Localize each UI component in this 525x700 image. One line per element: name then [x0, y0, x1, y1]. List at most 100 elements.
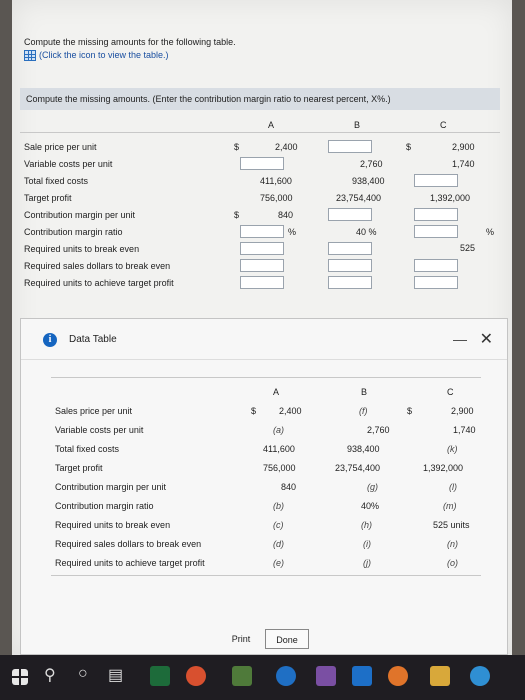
- input-b-cm-per-unit[interactable]: [328, 208, 372, 221]
- row-label: Required units to achieve target profit: [24, 277, 174, 288]
- header-divider: [20, 132, 500, 133]
- table-row: Sale price per unit $ 2,400 $ 2,900: [20, 138, 500, 155]
- row-label: Contribution margin per unit: [24, 209, 136, 220]
- minecraft-icon[interactable]: [232, 666, 252, 686]
- table-row: Contribution margin per unit $ 840: [20, 206, 500, 223]
- currency-prefix: $: [407, 405, 413, 416]
- cell-b: (j): [363, 557, 371, 568]
- question-prompt: Compute the missing amounts for the foll…: [24, 36, 236, 62]
- search-icon[interactable]: ⚲: [44, 665, 56, 685]
- row-label: Required sales dollars to break even: [55, 538, 202, 549]
- close-icon[interactable]: ✕: [480, 329, 493, 349]
- input-a-cm-ratio[interactable]: [240, 225, 284, 238]
- input-c-be-sales[interactable]: [414, 259, 458, 272]
- cell-b: 2,760: [367, 424, 390, 435]
- cell-b: 938,400: [347, 443, 380, 454]
- row-label: Target profit: [55, 462, 103, 473]
- cell-a: (d): [273, 538, 284, 549]
- chrome-icon[interactable]: [470, 666, 490, 686]
- row-label: Contribution margin ratio: [55, 500, 154, 511]
- column-header-b: B: [361, 387, 368, 397]
- table-row: Target profit 756,000 23,754,400 1,392,0…: [51, 458, 481, 477]
- cell-a: 840: [281, 481, 297, 492]
- input-c-cm-ratio[interactable]: [414, 225, 458, 238]
- row-label: Contribution margin ratio: [24, 226, 123, 237]
- table-row: Total fixed costs 411,600 938,400 (k): [51, 439, 481, 458]
- input-a-be-units[interactable]: [240, 242, 284, 255]
- cortana-icon[interactable]: ○: [78, 665, 88, 683]
- chrome-icon[interactable]: [186, 666, 206, 686]
- outlook-icon[interactable]: [352, 666, 372, 686]
- table-row: Total fixed costs 411,600 938,400: [20, 172, 500, 189]
- cell-a: 2,400: [279, 405, 302, 416]
- input-c-target-units[interactable]: [414, 276, 458, 289]
- game-icon[interactable]: [316, 666, 336, 686]
- view-table-link[interactable]: (Click the icon to view the table.): [24, 49, 236, 62]
- cell-c: 1,740: [452, 158, 475, 169]
- input-a-variable-costs[interactable]: [240, 157, 284, 170]
- column-header-a: A: [268, 120, 275, 130]
- windows-icon[interactable]: [12, 669, 28, 685]
- print-button[interactable]: Print: [221, 629, 261, 649]
- cell-c: (n): [447, 538, 458, 549]
- percent-suffix: %: [288, 226, 297, 237]
- view-table-link-text[interactable]: (Click the icon to view the table.): [39, 49, 169, 62]
- row-label: Sales price per unit: [55, 405, 133, 416]
- cell-a: 2,400: [275, 141, 298, 152]
- cell-b: 938,400: [352, 175, 385, 186]
- cell-a: (c): [273, 519, 284, 530]
- input-a-target-units[interactable]: [240, 276, 284, 289]
- input-a-be-sales[interactable]: [240, 259, 284, 272]
- cell-c: (l): [449, 481, 457, 492]
- table-row: Required units to break even 525: [20, 240, 500, 257]
- percent-suffix: %: [486, 226, 495, 237]
- task-view-icon[interactable]: ▤: [108, 665, 123, 685]
- cell-a: (b): [273, 500, 284, 511]
- cell-a: 411,600: [263, 443, 295, 454]
- table-row: Required sales dollars to break even: [20, 257, 500, 274]
- table-row: Sales price per unit $ 2,400 (f) $ 2,900: [51, 401, 481, 420]
- input-c-cm-per-unit[interactable]: [414, 208, 458, 221]
- input-c-fixed-costs[interactable]: [414, 174, 458, 187]
- cell-c: 525 units: [433, 519, 470, 530]
- column-header-a: A: [273, 387, 280, 397]
- currency-prefix: $: [406, 141, 412, 152]
- edge-icon[interactable]: [276, 666, 296, 686]
- table-grid-icon[interactable]: [24, 50, 36, 61]
- cell-c: 2,900: [452, 141, 475, 152]
- cell-b: 40%: [361, 500, 380, 511]
- excel-icon[interactable]: [150, 666, 170, 686]
- row-label: Target profit: [24, 192, 72, 203]
- table-bottom-rule: [51, 575, 481, 576]
- row-label: Sale price per unit: [24, 141, 97, 152]
- column-header-c: C: [440, 120, 447, 130]
- row-label: Variable costs per unit: [55, 424, 144, 435]
- input-b-target-units[interactable]: [328, 276, 372, 289]
- cell-b: (f): [359, 405, 368, 416]
- file-explorer-icon[interactable]: [430, 666, 450, 686]
- table-row: Contribution margin ratio % 40 % %: [20, 223, 500, 240]
- instruction-bar: Compute the missing amounts. (Enter the …: [20, 88, 500, 110]
- cell-c: 1,392,000: [430, 192, 471, 203]
- done-button[interactable]: Done: [265, 629, 309, 649]
- currency-prefix: $: [234, 209, 240, 220]
- table-row: Required units to achieve target profit …: [51, 553, 481, 572]
- minimize-icon[interactable]: —: [453, 331, 467, 347]
- input-b-be-units[interactable]: [328, 242, 372, 255]
- row-label: Required units to achieve target profit: [55, 557, 205, 568]
- cell-c: 2,900: [451, 405, 474, 416]
- row-label: Required sales dollars to break even: [24, 260, 171, 271]
- table-row: Required sales dollars to break even (d)…: [51, 534, 481, 553]
- currency-prefix: $: [251, 405, 257, 416]
- screen: Compute the missing amounts for the foll…: [12, 0, 512, 655]
- cell-a: 411,600: [260, 175, 292, 186]
- column-header-c: C: [447, 387, 454, 397]
- cell-c: (m): [443, 500, 457, 511]
- info-icon: i: [43, 333, 57, 347]
- input-b-sale-price[interactable]: [328, 140, 372, 153]
- cell-c: 1,740: [453, 424, 476, 435]
- row-label: Required units to break even: [24, 243, 140, 254]
- input-b-be-sales[interactable]: [328, 259, 372, 272]
- row-label: Total fixed costs: [55, 443, 120, 454]
- firefox-icon[interactable]: [388, 666, 408, 686]
